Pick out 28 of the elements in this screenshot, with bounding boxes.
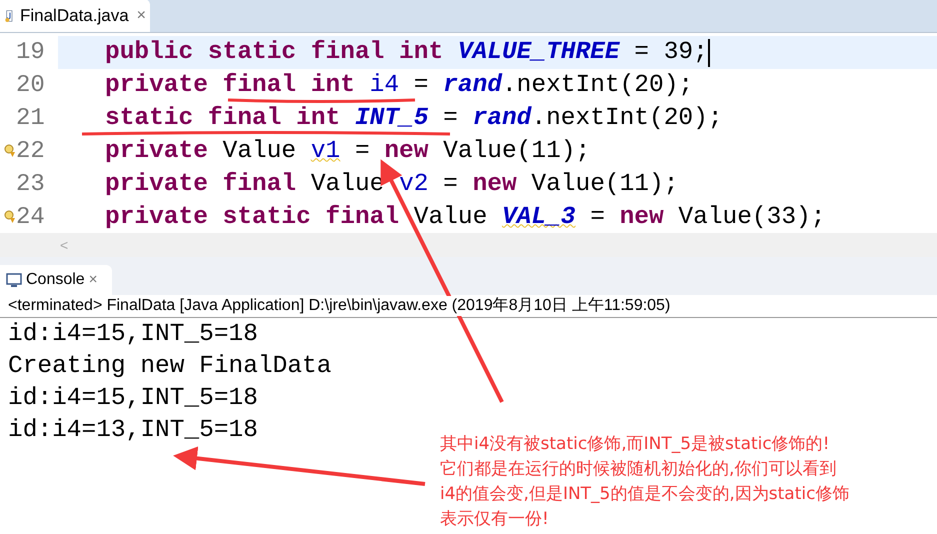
line-number: 21 — [16, 104, 45, 134]
console-line: Creating new FinalData — [8, 352, 332, 382]
monitor-icon — [6, 272, 22, 288]
code-line: static final int INT_5 = rand.nextInt(20); — [105, 106, 723, 130]
console-tab[interactable]: Console × — [0, 265, 112, 295]
code-line: private Value v1 = new Value(11); — [105, 140, 590, 164]
annotation-text: 其中i4没有被static修饰,而INT_5是被static修饰的! 它们都是在运行的时候被随机初始化的,你们可以看到 i4的值会变,但是INT_5的值是不会变的,因为static修饰 表示仅有一份! — [440, 433, 850, 531]
console-line: id:i4=13,INT_5=18 — [8, 416, 258, 446]
close-icon[interactable]: × — [136, 4, 146, 28]
tab-label: FinalData.java — [20, 4, 129, 27]
console-line: id:i4=15,INT_5=18 — [8, 384, 258, 414]
code-line: public static final int VALUE_THREE = 39; — [105, 40, 708, 64]
line-number: 22 — [16, 136, 45, 166]
code-line: private final Value v2 = new Value(11); — [105, 172, 678, 196]
close-icon[interactable]: × — [88, 268, 98, 292]
line-number: 20 — [16, 70, 45, 100]
console-line: id:i4=15,INT_5=18 — [8, 320, 258, 350]
lightbulb-warning-icon[interactable] — [4, 210, 16, 224]
text-cursor — [708, 38, 710, 66]
code-line: private static final Value VAL_3 = new Value(33); — [105, 206, 826, 230]
editor-tab[interactable]: FinalData.java × — [0, 0, 150, 32]
line-number: 24 — [16, 202, 45, 232]
tab-label: Console — [26, 270, 85, 290]
code-line: private final int i4 = rand.nextInt(20); — [105, 74, 694, 98]
console-status: <terminated> FinalData [Java Application] D:\jre\bin\javaw.exe (2019年8月10日 上午11:59:05) — [8, 296, 670, 316]
line-number: 23 — [16, 170, 45, 200]
line-number: 19 — [16, 38, 45, 68]
lightbulb-warning-icon[interactable] — [4, 144, 16, 158]
